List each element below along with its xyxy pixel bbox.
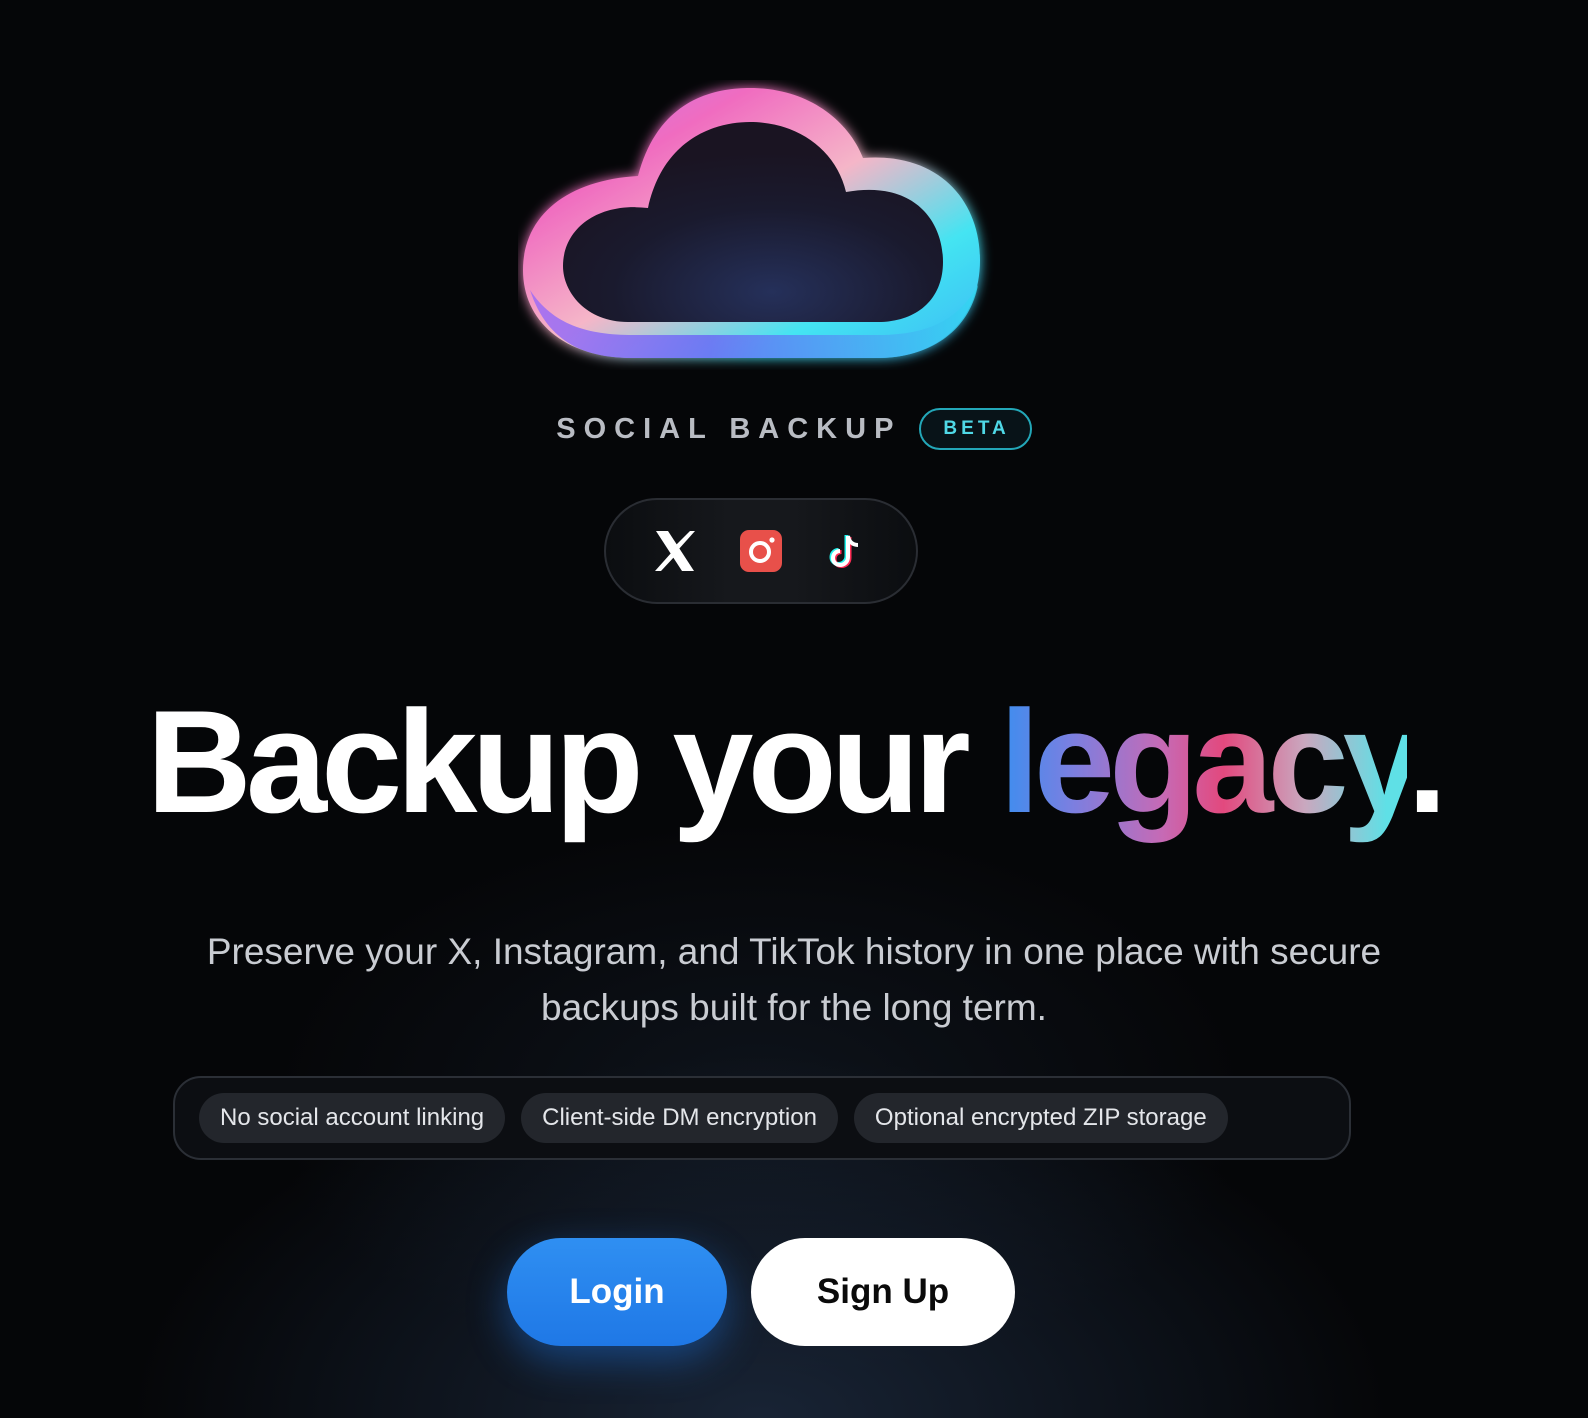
- brand-row: SOCIAL BACKUP BETA: [0, 408, 1588, 450]
- headline-accent: legacy: [999, 680, 1413, 843]
- brand-name: SOCIAL BACKUP: [556, 412, 902, 445]
- feature-chip: Optional encrypted ZIP storage: [853, 1093, 1228, 1143]
- platform-icons: [604, 498, 918, 604]
- feature-chips: No social account linking Client-side DM…: [173, 1076, 1351, 1160]
- cloud-logo-icon: [518, 80, 998, 370]
- beta-badge: BETA: [919, 408, 1032, 450]
- landing-page: SOCIAL BACKUP BETA Backup your legacy. P…: [0, 0, 1588, 1418]
- feature-chip: No social account linking: [199, 1093, 506, 1143]
- feature-chip: Client-side DM encryption: [521, 1093, 838, 1143]
- headline-main: Backup your: [146, 680, 1000, 843]
- subtitle-line-1: Preserve your X, Instagram, and TikTok h…: [206, 931, 1382, 972]
- hero-headline: Backup your legacy.: [0, 680, 1588, 843]
- tiktok-icon: [823, 527, 871, 575]
- signup-button[interactable]: Sign Up: [751, 1238, 1015, 1346]
- auth-buttons: Login Sign Up: [507, 1238, 1015, 1346]
- x-logo-icon: [651, 527, 699, 575]
- login-button[interactable]: Login: [507, 1238, 727, 1346]
- subtitle-line-2: backups built for the long term.: [541, 987, 1047, 1028]
- hero-subtitle: Preserve your X, Instagram, and TikTok h…: [0, 924, 1588, 1036]
- headline-end: .: [1407, 680, 1448, 843]
- instagram-icon: [737, 527, 785, 575]
